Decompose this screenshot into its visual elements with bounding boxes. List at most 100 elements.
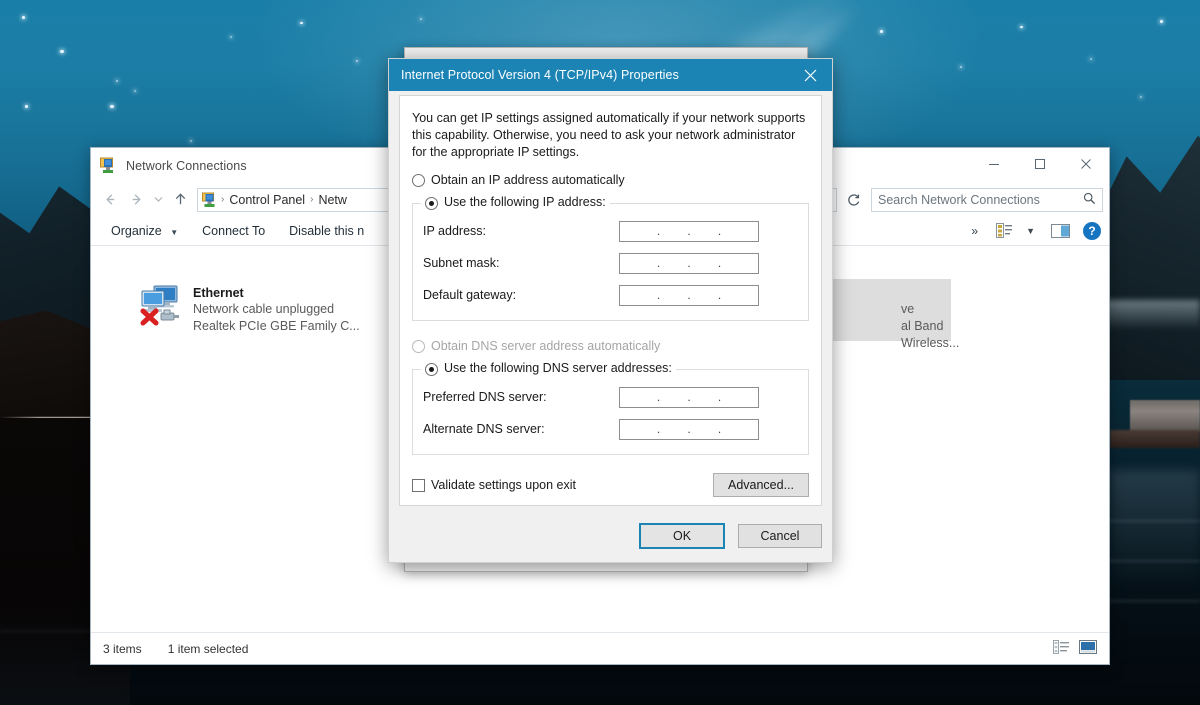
radio-button-icon[interactable] xyxy=(425,362,438,376)
radio-obtain-ip-automatically[interactable]: Obtain an IP address automatically xyxy=(412,173,809,187)
octet-separator: . xyxy=(717,256,722,270)
preview-pane-icon[interactable] xyxy=(1047,220,1073,242)
wallpaper-star xyxy=(960,66,962,68)
refresh-button[interactable] xyxy=(841,188,867,212)
checkbox-icon[interactable] xyxy=(412,478,425,492)
chevron-down-icon: ▼ xyxy=(170,227,179,237)
wallpaper-star xyxy=(110,105,114,108)
breadcrumb-item-control-panel[interactable]: Control Panel xyxy=(225,193,309,207)
wallpaper-star xyxy=(1160,20,1163,23)
radio-button-icon[interactable] xyxy=(412,340,425,353)
advanced-button[interactable]: Advanced... xyxy=(713,473,809,497)
wallpaper-reflection xyxy=(1110,470,1200,590)
red-x-icon xyxy=(140,308,159,326)
cancel-button[interactable]: Cancel xyxy=(738,524,822,548)
wallpaper-star xyxy=(116,80,118,82)
subnet-mask-input[interactable]: . . . xyxy=(619,252,759,274)
dialog-titlebar[interactable]: Internet Protocol Version 4 (TCP/IPv4) P… xyxy=(389,59,832,91)
octet-separator: . xyxy=(687,256,691,270)
radio-use-following-dns[interactable]: Use the following DNS server addresses: xyxy=(421,361,676,376)
selection-count: 1 item selected xyxy=(167,641,249,656)
wallpaper-star xyxy=(134,90,136,92)
wallpaper-ripple xyxy=(0,630,90,632)
octet-separator: . xyxy=(656,390,661,404)
wallpaper-star xyxy=(60,50,64,53)
connection-status: Network cable unplugged xyxy=(193,302,335,316)
ip-address-row: IP address: . . . xyxy=(423,218,798,244)
wallpaper-star xyxy=(356,60,358,62)
static-ip-groupbox: Use the following IP address: IP address… xyxy=(412,195,809,321)
forward-button[interactable] xyxy=(123,187,149,213)
command-bar-right-group: » ▼ ? xyxy=(961,220,1101,242)
breadcrumb-item-network[interactable]: Netw xyxy=(314,193,350,207)
radio-label: Use the following DNS server addresses: xyxy=(444,361,672,375)
item-count: 3 items xyxy=(103,641,142,656)
view-options-chevron-down-icon[interactable]: ▼ xyxy=(1026,226,1035,236)
octet-separator: . xyxy=(717,224,722,238)
help-icon[interactable]: ? xyxy=(1083,221,1101,240)
octet-separator: . xyxy=(717,422,722,436)
static-dns-groupbox: Use the following DNS server addresses: … xyxy=(412,361,809,455)
dialog-title: Internet Protocol Version 4 (TCP/IPv4) P… xyxy=(401,68,679,82)
ip-address-input[interactable]: . . . xyxy=(619,220,759,242)
connection-name-partial: ve xyxy=(901,302,915,316)
radio-button-icon[interactable] xyxy=(425,196,438,210)
connection-adapter: Realtek PCIe GBE Family C... xyxy=(193,319,360,333)
checkbox-label: Validate settings upon exit xyxy=(431,478,577,492)
explorer-title: Network Connections xyxy=(126,158,247,173)
close-icon[interactable] xyxy=(788,59,832,91)
ethernet-adapter-icon xyxy=(137,283,185,327)
dialog-footer: OK Cancel xyxy=(639,523,822,549)
wallpaper-star xyxy=(1090,58,1092,60)
preferred-dns-row: Preferred DNS server: . . . xyxy=(423,384,798,410)
change-view-icon[interactable] xyxy=(991,220,1017,242)
preferred-dns-input[interactable]: . . . xyxy=(619,386,759,408)
chevron-down-icon[interactable] xyxy=(149,187,167,213)
disable-this-device-button[interactable]: Disable this n xyxy=(277,224,376,238)
alternate-dns-row: Alternate DNS server: . . . xyxy=(423,416,798,442)
octet-separator: . xyxy=(656,256,661,270)
explorer-window-controls[interactable] xyxy=(971,148,1109,179)
radio-obtain-dns-automatically[interactable]: Obtain DNS server address automatically xyxy=(412,339,809,353)
connection-adapter: al Band Wireless... xyxy=(901,319,960,350)
maximize-icon[interactable] xyxy=(1017,148,1063,179)
default-gateway-row: Default gateway: . . . xyxy=(423,282,798,308)
alternate-dns-label: Alternate DNS server: xyxy=(423,422,545,436)
subnet-mask-label: Subnet mask: xyxy=(423,256,500,270)
search-icon[interactable] xyxy=(1083,192,1096,208)
radio-label: Use the following IP address: xyxy=(444,195,606,209)
wallpaper-shore xyxy=(1110,430,1200,448)
wallpaper-star xyxy=(190,140,192,142)
ok-button[interactable]: OK xyxy=(639,523,725,549)
network-connections-icon xyxy=(100,157,117,174)
overflow-button[interactable]: » xyxy=(961,224,987,238)
octet-separator: . xyxy=(687,390,691,404)
octet-separator: . xyxy=(687,288,691,302)
desktop: Network Connections › Control Panel › Ne… xyxy=(0,0,1200,705)
organize-label: Organize xyxy=(111,223,162,238)
radio-use-following-ip[interactable]: Use the following IP address: xyxy=(421,195,610,210)
connection-name xyxy=(901,285,959,301)
minimize-icon[interactable] xyxy=(971,148,1017,179)
close-icon[interactable] xyxy=(1063,148,1109,179)
search-placeholder: Search Network Connections xyxy=(878,192,1040,207)
wallpaper-ripple xyxy=(1100,560,1200,562)
wallpaper-star xyxy=(22,16,25,19)
connect-to-button[interactable]: Connect To xyxy=(190,224,277,238)
list-item-text: ve al Band Wireless... xyxy=(901,283,959,352)
ipv4-properties-dialog[interactable]: Internet Protocol Version 4 (TCP/IPv4) P… xyxy=(388,58,833,563)
octet-separator: . xyxy=(687,422,691,436)
radio-button-icon[interactable] xyxy=(412,174,425,187)
organize-button[interactable]: Organize ▼ xyxy=(99,224,190,238)
radio-label: Obtain DNS server address automatically xyxy=(431,339,661,353)
details-view-icon[interactable] xyxy=(1053,640,1069,657)
validate-settings-checkbox[interactable]: Validate settings upon exit xyxy=(412,478,576,492)
up-button[interactable] xyxy=(167,187,193,213)
default-gateway-input[interactable]: . . . xyxy=(619,284,759,306)
alternate-dns-input[interactable]: . . . xyxy=(619,418,759,440)
large-icons-view-icon[interactable] xyxy=(1079,640,1097,657)
back-button[interactable] xyxy=(97,187,123,213)
search-input[interactable]: Search Network Connections xyxy=(871,187,1103,212)
list-item[interactable]: Ethernet Network cable unplugged Realtek… xyxy=(131,279,381,339)
octet-separator: . xyxy=(656,288,661,302)
